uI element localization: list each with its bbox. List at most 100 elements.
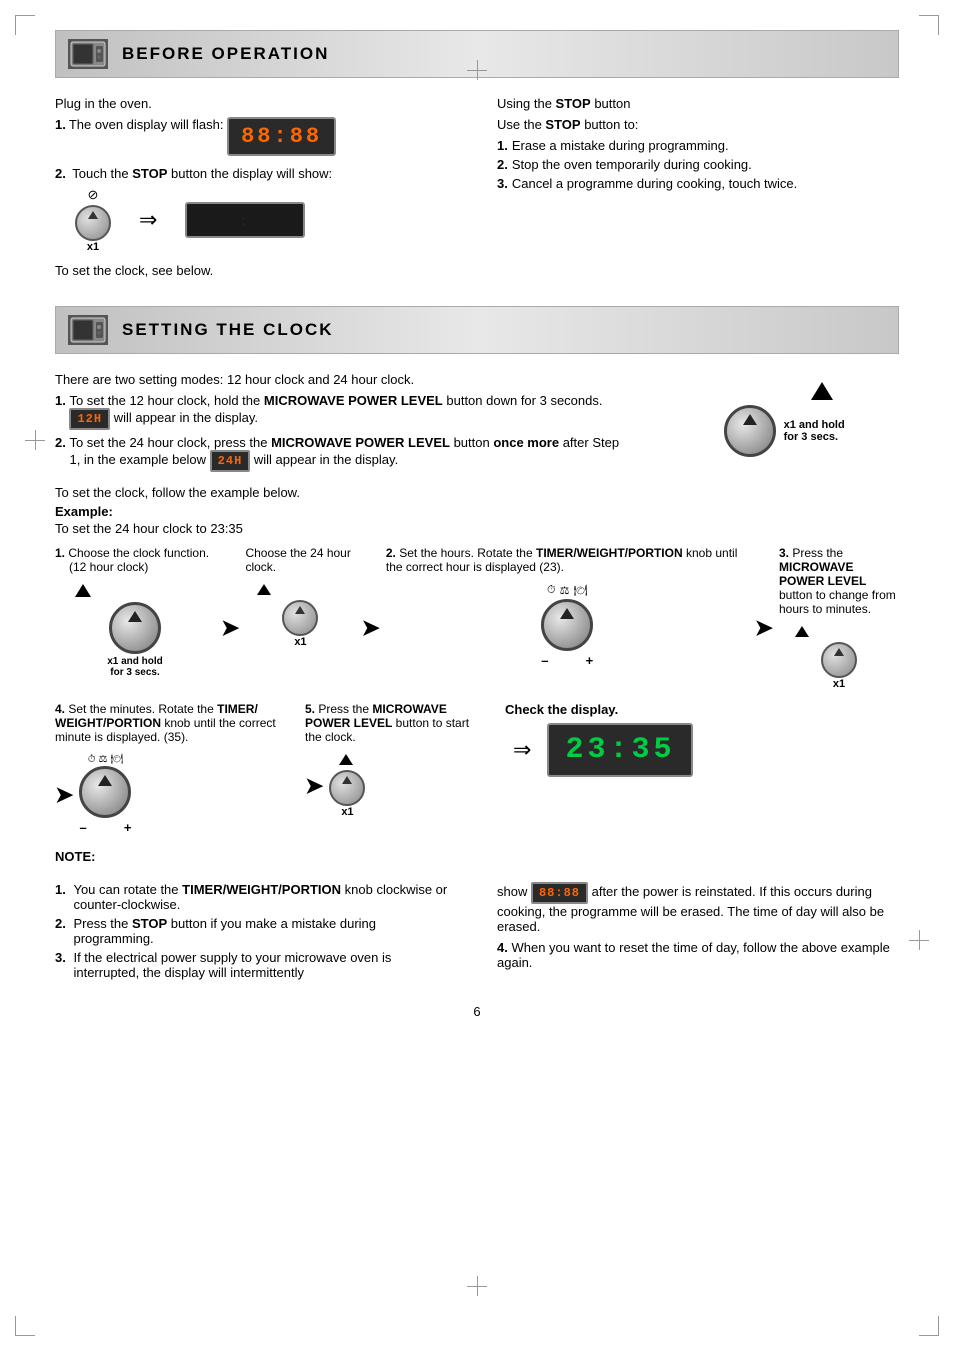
step5-knob-tri: [342, 776, 352, 784]
step4-minus: –: [79, 820, 86, 835]
x1-hold-label: x1 and hold for 3 secs.: [784, 419, 845, 443]
step2-prefix: Touch the: [72, 166, 132, 181]
hollow-arrow-right: ⇒: [139, 207, 157, 233]
step1-12h-note: (12 hour clock): [55, 560, 148, 574]
note2-num: 2.: [55, 916, 69, 931]
triangle-indicator: [811, 382, 833, 403]
step1-knob-area: x1 and hold for 3 secs.: [55, 584, 215, 678]
steps-4-5-row: 4. Set the minutes. Rotate the TIMER/WEI…: [55, 702, 899, 835]
step2-stop-word: STOP: [132, 166, 167, 181]
note-right-p1: show 88:88 after the power is reinstated…: [497, 882, 899, 934]
step1b-triangle: [257, 584, 271, 598]
step3-box: 3. Press the MICROWAVE POWER LEVEL butto…: [779, 546, 899, 690]
stop-knob: [75, 205, 111, 241]
step1-line: 1. The oven display will flash: 88:88: [55, 117, 457, 156]
note2-text: Press the STOP button if you make a mist…: [73, 916, 457, 946]
hold-knob: [724, 405, 776, 457]
step2-num-ex: 2.: [386, 546, 399, 560]
note-left-list: 1. You can rotate the TIMER/WEIGHT/PORTI…: [55, 882, 457, 980]
step1-num: 1.: [55, 117, 66, 132]
note-content: 1. You can rotate the TIMER/WEIGHT/PORTI…: [55, 882, 899, 984]
step4-num: 4.: [55, 702, 68, 716]
step4-weight-icon: ⚖: [99, 754, 108, 765]
note-section: NOTE: 1. You can rotate the TIMER/WEIGHT…: [55, 849, 899, 984]
step3-x1: x1: [833, 678, 845, 690]
stop-step1-text: Erase a mistake during programming.: [512, 138, 729, 153]
step3-knob: [821, 642, 857, 678]
stop-step3-num: 3.: [497, 176, 508, 191]
step3-knob-area: x1: [779, 626, 899, 690]
led-flash-display: 88:88: [227, 117, 336, 156]
clock-step2-text: To set the 24 hour clock, press the MICR…: [69, 435, 629, 472]
step4-big-knob: [79, 766, 131, 818]
step1-knob: [109, 602, 161, 654]
note-item-3: 3. If the electrical power supply to you…: [55, 950, 457, 980]
step1-choose-text: Choose the clock function.: [68, 546, 209, 560]
clock-word: clock.: [245, 560, 276, 574]
note1-num: 1.: [55, 882, 69, 897]
stop-section-title-line: Using the STOP button: [497, 96, 899, 111]
step3-triangle: [795, 626, 809, 640]
led-8888: 88:88: [531, 882, 588, 904]
clock-step1-line: 1. To set the 12 hour clock, hold the MI…: [55, 393, 629, 430]
check-display-visual: ⇒ 23:35: [505, 723, 693, 777]
step4-knob-area: ⏱ ⚖ 🍽 – +: [79, 754, 131, 835]
led-final-display: 23:35: [547, 723, 693, 777]
step1-box: 1. Choose the clock function. (12 hour c…: [55, 546, 215, 678]
stop-use-text2: button to:: [581, 117, 639, 132]
note-title: NOTE:: [55, 849, 899, 864]
note-right-col: show 88:88 after the power is reinstated…: [497, 882, 899, 984]
filled-arrow-1: ➤: [221, 615, 239, 640]
step3-press-text: Press the MICROWAVE POWER LEVEL button t…: [779, 546, 896, 616]
example-label: Example:: [55, 504, 899, 519]
led-dark-colon: :: [238, 210, 253, 231]
step2-set-hours: Set the hours. Rotate the TIMER/WEIGHT/P…: [386, 546, 737, 574]
step2-block: 2. Touch the STOP button the display wil…: [55, 166, 457, 253]
microwave-icon: [68, 39, 108, 69]
steps-1-3-row: 1. Choose the clock function. (12 hour c…: [55, 546, 899, 690]
step5-x1: x1: [341, 806, 353, 818]
clock-intro-right: x1 and hold for 3 secs.: [669, 372, 899, 477]
step2-visual-row: ⊘ x1 ⇒ :: [75, 187, 457, 253]
step4-visual: ➤ ⏱ ⚖ 🍽 – +: [55, 754, 285, 835]
note-item-2: 2. Press the STOP button if you make a m…: [55, 916, 457, 946]
step2-big-knob: [541, 599, 593, 651]
setting-clock-header: SETTING THE CLOCK: [55, 306, 899, 354]
crosshair-top: [467, 60, 487, 80]
example-word: Example:: [55, 504, 113, 519]
filled-arrow-3: ➤: [755, 615, 773, 640]
note3-text: If the electrical power supply to your m…: [73, 950, 457, 980]
step3-num-ex: 3.: [779, 546, 792, 560]
note4-text: When you want to reset the time of day, …: [497, 940, 890, 970]
stop-bold: STOP: [545, 117, 580, 132]
before-op-left-col: Plug in the oven. 1. The oven display wi…: [55, 96, 457, 278]
step4-box: 4. Set the minutes. Rotate the TIMER/WEI…: [55, 702, 285, 835]
step2-suffix: button the display will show:: [167, 166, 332, 181]
step4-timer-icon: ⏱: [88, 754, 96, 765]
minus-sign: –: [541, 653, 548, 668]
step5-triangle: [339, 754, 353, 768]
hold-knob-row: x1 and hold for 3 secs.: [724, 405, 845, 457]
step2-text-line: 2. Touch the STOP button the display wil…: [55, 166, 457, 181]
note-item-1: 1. You can rotate the TIMER/WEIGHT/PORTI…: [55, 882, 457, 912]
stop-intro-line: Use the STOP button to:: [497, 117, 899, 132]
setting-clock-section: SETTING THE CLOCK There are two setting …: [55, 306, 899, 984]
step1-desc: 1. Choose the clock function. (12 hour c…: [55, 546, 215, 574]
note1-text: You can rotate the TIMER/WEIGHT/PORTION …: [73, 882, 457, 912]
step4-portion-icon: 🍽: [110, 754, 123, 765]
arrow-1-to-1b: ➤: [221, 595, 239, 641]
step2-box: 2. Set the hours. Rotate the TIMER/WEIGH…: [386, 546, 749, 668]
weight-icon: ⚖: [560, 584, 570, 597]
step4-text: Set the minutes. Rotate the TIMER/WEIGHT…: [55, 702, 276, 744]
corner-mark-tr: [919, 15, 939, 35]
stop-step1-num: 1.: [497, 138, 508, 153]
step1b-x1: x1: [294, 636, 306, 648]
step2-knob-tri: [560, 608, 574, 619]
stop-step2-num: 2.: [497, 157, 508, 172]
stop-step3-text: Cancel a programme during cooking, touch…: [512, 176, 797, 191]
step4-plus-minus: – +: [79, 820, 131, 835]
step2-num: 2.: [55, 166, 66, 181]
clock-two-modes: There are two setting modes: 12 hour clo…: [55, 372, 629, 387]
x1-label-step2: x1: [87, 241, 99, 253]
choose-24h-text: Choose the 24 hour: [245, 546, 350, 560]
